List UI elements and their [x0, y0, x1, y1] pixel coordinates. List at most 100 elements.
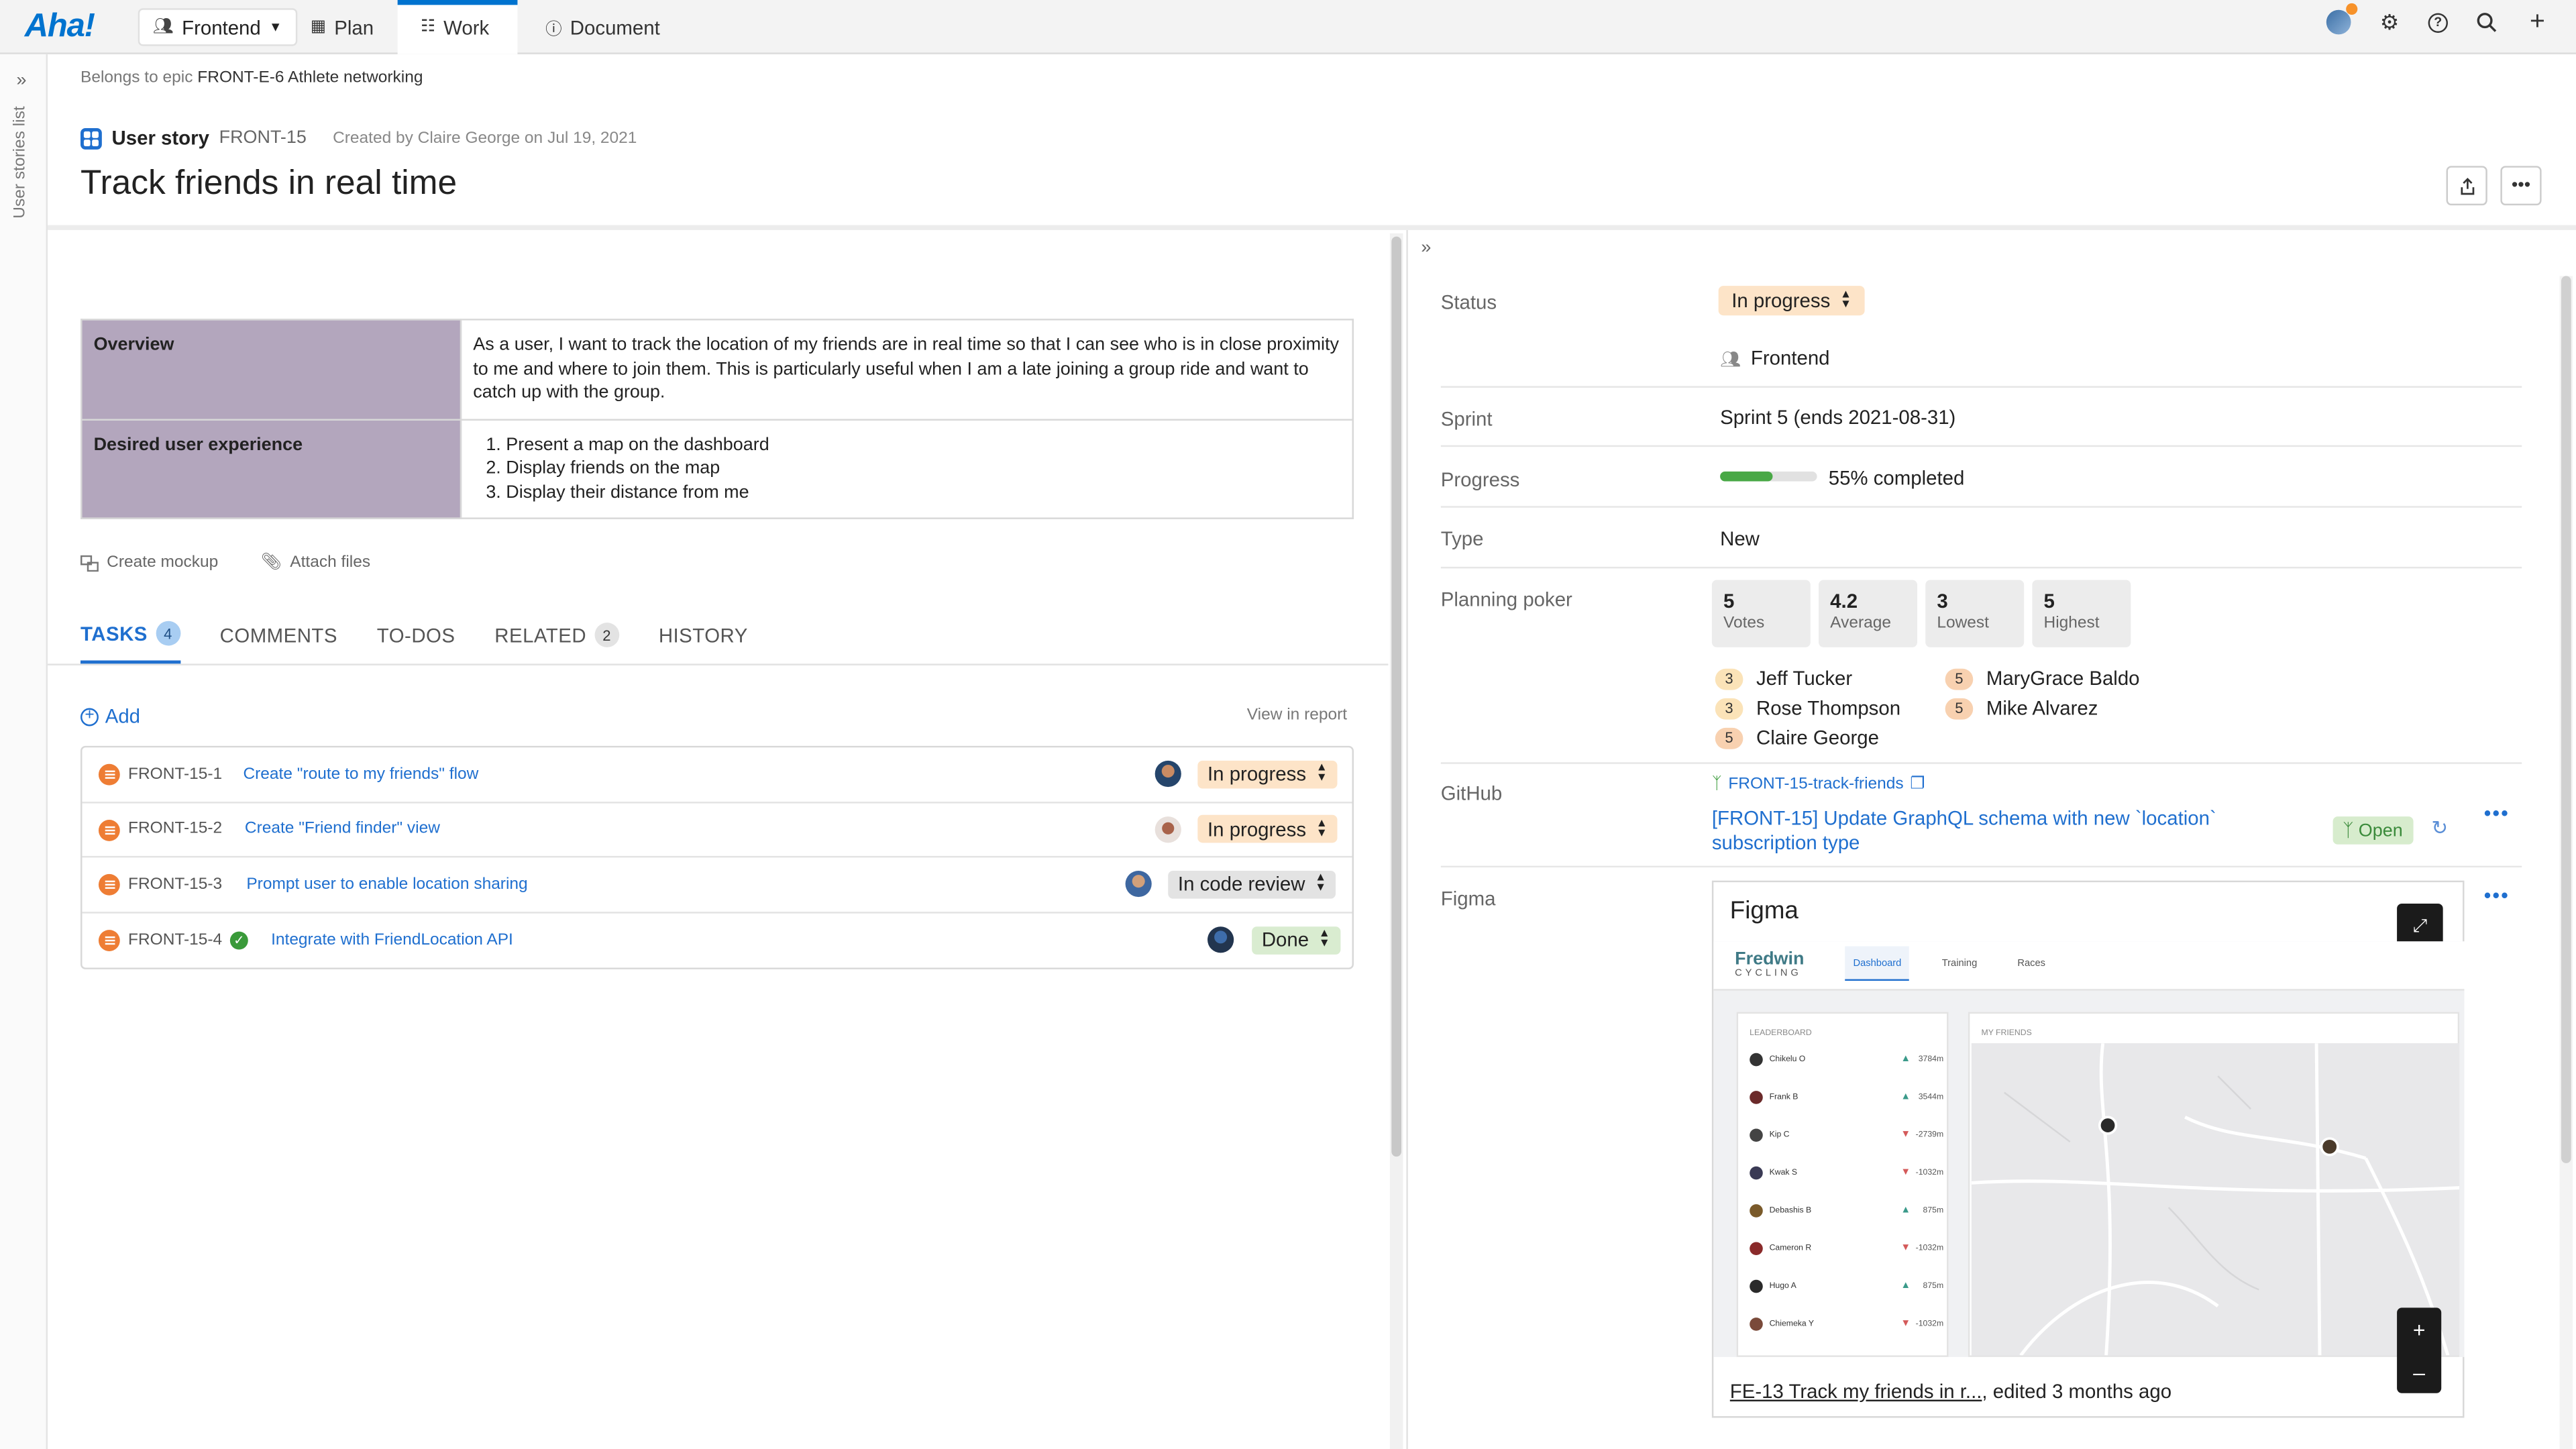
poker-voters: 3 Jeff Tucker 5 MaryGrace Baldo 3 Rose Thom… — [1715, 665, 2176, 751]
page-title[interactable]: Track friends in real time — [80, 164, 457, 204]
sync-icon[interactable]: ↻ — [2432, 816, 2449, 839]
tab-related[interactable]: RELATED 2 — [494, 621, 620, 664]
search-icon[interactable] — [2474, 10, 2499, 35]
poker-label: Planning poker — [1440, 588, 1572, 612]
done-check-icon: ✓ — [229, 930, 248, 949]
zoom-in-button[interactable]: + — [2413, 1317, 2426, 1342]
nav-tab-work[interactable]: ☷ Work — [397, 0, 518, 54]
scrollbar-thumb[interactable] — [1391, 236, 1401, 1157]
share-button[interactable] — [2446, 166, 2487, 206]
updown-icon: ▲ ▼ — [1316, 762, 1328, 784]
attach-row: Create mockup 📎︎ Attach files — [80, 553, 370, 572]
rider-name: Frank B — [1769, 1091, 1799, 1102]
row-value: Present a map on the dashboard Display f… — [460, 418, 1354, 519]
assignee-avatar[interactable] — [1155, 816, 1181, 843]
field-divider — [1440, 506, 2522, 508]
plus-icon[interactable]: + — [2525, 7, 2550, 36]
mock-header: Fredwin CYCLING Dashboard Training Races — [1713, 941, 2465, 991]
tab-tasks[interactable]: TASKS 4 — [80, 621, 180, 664]
task-row[interactable]: FRONT-15-4 ✓ Integrate with FriendLocati… — [82, 912, 1352, 967]
task-name[interactable]: Create "Friend finder" view — [245, 820, 440, 839]
more-actions-button[interactable]: ••• — [2500, 166, 2542, 206]
view-in-report-link[interactable]: View in report — [1247, 706, 1347, 724]
nav-tab-label: Work — [443, 15, 490, 39]
tab-count-badge: 4 — [156, 621, 180, 646]
description-table[interactable]: Overview As a user, I want to track the … — [80, 319, 1354, 519]
task-row[interactable]: FRONT-15-1 Create "route to my friends" … — [82, 747, 1352, 803]
rider-distance: 3544m — [1918, 1091, 1944, 1102]
leaderboard-row: Hugo A ▲ 875m — [1750, 1277, 1943, 1295]
task-name[interactable]: Create "route to my friends" flow — [243, 765, 478, 784]
voter-name: Mike Alvarez — [1986, 696, 2098, 720]
user-avatar[interactable] — [2326, 3, 2358, 35]
tab-comments[interactable]: COMMENTS — [220, 621, 337, 664]
record-meta: User story FRONT-15 Created by Claire Ge… — [80, 127, 637, 150]
scrollbar-thumb[interactable] — [2561, 276, 2571, 1163]
progress-bar[interactable] — [1720, 471, 1817, 482]
voter-item: 5 Claire George — [1715, 724, 1945, 751]
status-select[interactable]: In progress ▲ ▼ — [1718, 286, 1865, 316]
figma-footer: FE-13 Track my friends in r..., edited 3… — [1730, 1380, 2171, 1403]
branch-name: FRONT-15-track-friends — [1728, 775, 1904, 794]
breadcrumb-epic-link[interactable]: FRONT-E-6 Athlete networking — [197, 69, 423, 87]
workspace-selector[interactable]: 👥︎ Frontend ▼ — [138, 8, 297, 46]
github-more-button[interactable]: ••• — [2484, 802, 2510, 824]
attach-files-button[interactable]: 📎︎ Attach files — [261, 553, 370, 572]
aha-logo[interactable]: Aha! — [25, 8, 95, 46]
collapse-chevron-icon[interactable]: » — [1421, 238, 1431, 258]
right-scrollbar[interactable] — [2559, 276, 2573, 1449]
type-value[interactable]: New — [1720, 527, 1760, 550]
gear-icon[interactable]: ⚙ — [2377, 9, 2402, 35]
task-id[interactable]: FRONT-15-2 — [128, 820, 222, 839]
task-id[interactable]: FRONT-15-3 — [128, 875, 222, 894]
task-status-select[interactable]: In progress ▲ ▼ — [1197, 760, 1338, 788]
create-mockup-button[interactable]: Create mockup — [80, 553, 218, 572]
task-id[interactable]: FRONT-15-1 — [128, 765, 222, 784]
vote-badge: 5 — [1945, 667, 1974, 690]
task-row[interactable]: FRONT-15-2 Create "Friend finder" view I… — [82, 802, 1352, 858]
assignee-avatar[interactable] — [1208, 926, 1234, 954]
rider-distance: 875m — [1923, 1280, 1944, 1291]
row-label: Overview — [80, 319, 462, 420]
help-icon[interactable]: ? — [2428, 12, 2449, 32]
tab-label: RELATED — [494, 623, 587, 647]
tab-history[interactable]: HISTORY — [659, 621, 748, 664]
team-field[interactable]: 👥︎ Frontend — [1720, 347, 1829, 370]
figma-more-button[interactable]: ••• — [2484, 884, 2510, 907]
task-name[interactable]: Integrate with FriendLocation API — [271, 931, 513, 949]
assignee-avatar[interactable] — [1155, 761, 1181, 788]
calendar-icon: ▦ — [310, 17, 327, 36]
poker-caption: Lowest — [1937, 614, 1989, 633]
zoom-out-button[interactable]: – — [2413, 1360, 2425, 1385]
poker-caption: Votes — [1723, 614, 1765, 633]
task-status-select[interactable]: In code review ▲ ▼ — [1168, 870, 1336, 898]
nav-tab-plan[interactable]: ▦ Plan — [288, 0, 397, 54]
task-status-select[interactable]: In progress ▲ ▼ — [1197, 815, 1338, 843]
app-root: Aha! 👥︎ Frontend ▼ ▦ Plan ☷ Work ⓘ Docum… — [0, 0, 2576, 1449]
figma-preview[interactable]: Fredwin CYCLING Dashboard Training Races … — [1713, 941, 2465, 1357]
poker-number: 4.2 — [1830, 590, 1858, 613]
figma-embed[interactable]: Figma ⤢ Fredwin CYCLING Dashboard Trainin… — [1711, 880, 2465, 1418]
task-name[interactable]: Prompt user to enable location sharing — [246, 875, 527, 894]
poker-summary: 5 Votes 4.2 Average 3 Lowest 5 Highest — [1711, 580, 2131, 647]
expand-chevron-icon[interactable]: » — [16, 70, 26, 90]
github-pr-link[interactable]: [FRONT-15] Update GraphQL schema with ne… — [1712, 806, 2271, 855]
nav-tab-document[interactable]: ⓘ Document — [523, 0, 683, 54]
task-id[interactable]: FRONT-15-4 — [128, 931, 222, 949]
record-id[interactable]: FRONT-15 — [219, 128, 307, 148]
tab-todos[interactable]: TO-DOS — [377, 621, 455, 664]
github-branch-link[interactable]: ᛉ FRONT-15-track-friends ❐ — [1712, 775, 1925, 794]
table-row: Overview As a user, I want to track the … — [80, 319, 1354, 420]
rail-label[interactable]: User stories list — [11, 106, 30, 218]
copy-icon[interactable]: ❐ — [1910, 775, 1925, 794]
figma-file-link[interactable]: FE-13 Track my friends in r... — [1730, 1380, 1982, 1403]
sprint-value[interactable]: Sprint 5 (ends 2021-08-31) — [1720, 406, 1955, 429]
status-label: Status — [1440, 290, 1497, 314]
status-label: In progress — [1208, 817, 1307, 841]
task-status-select[interactable]: Done ▲ ▼ — [1252, 926, 1340, 955]
rider-name: Hugo A — [1769, 1280, 1796, 1291]
left-scrollbar[interactable] — [1389, 233, 1403, 1449]
add-task-button[interactable]: + Add — [80, 705, 140, 728]
task-row[interactable]: FRONT-15-3 Prompt user to enable locatio… — [82, 857, 1352, 913]
assignee-avatar[interactable] — [1125, 871, 1152, 898]
